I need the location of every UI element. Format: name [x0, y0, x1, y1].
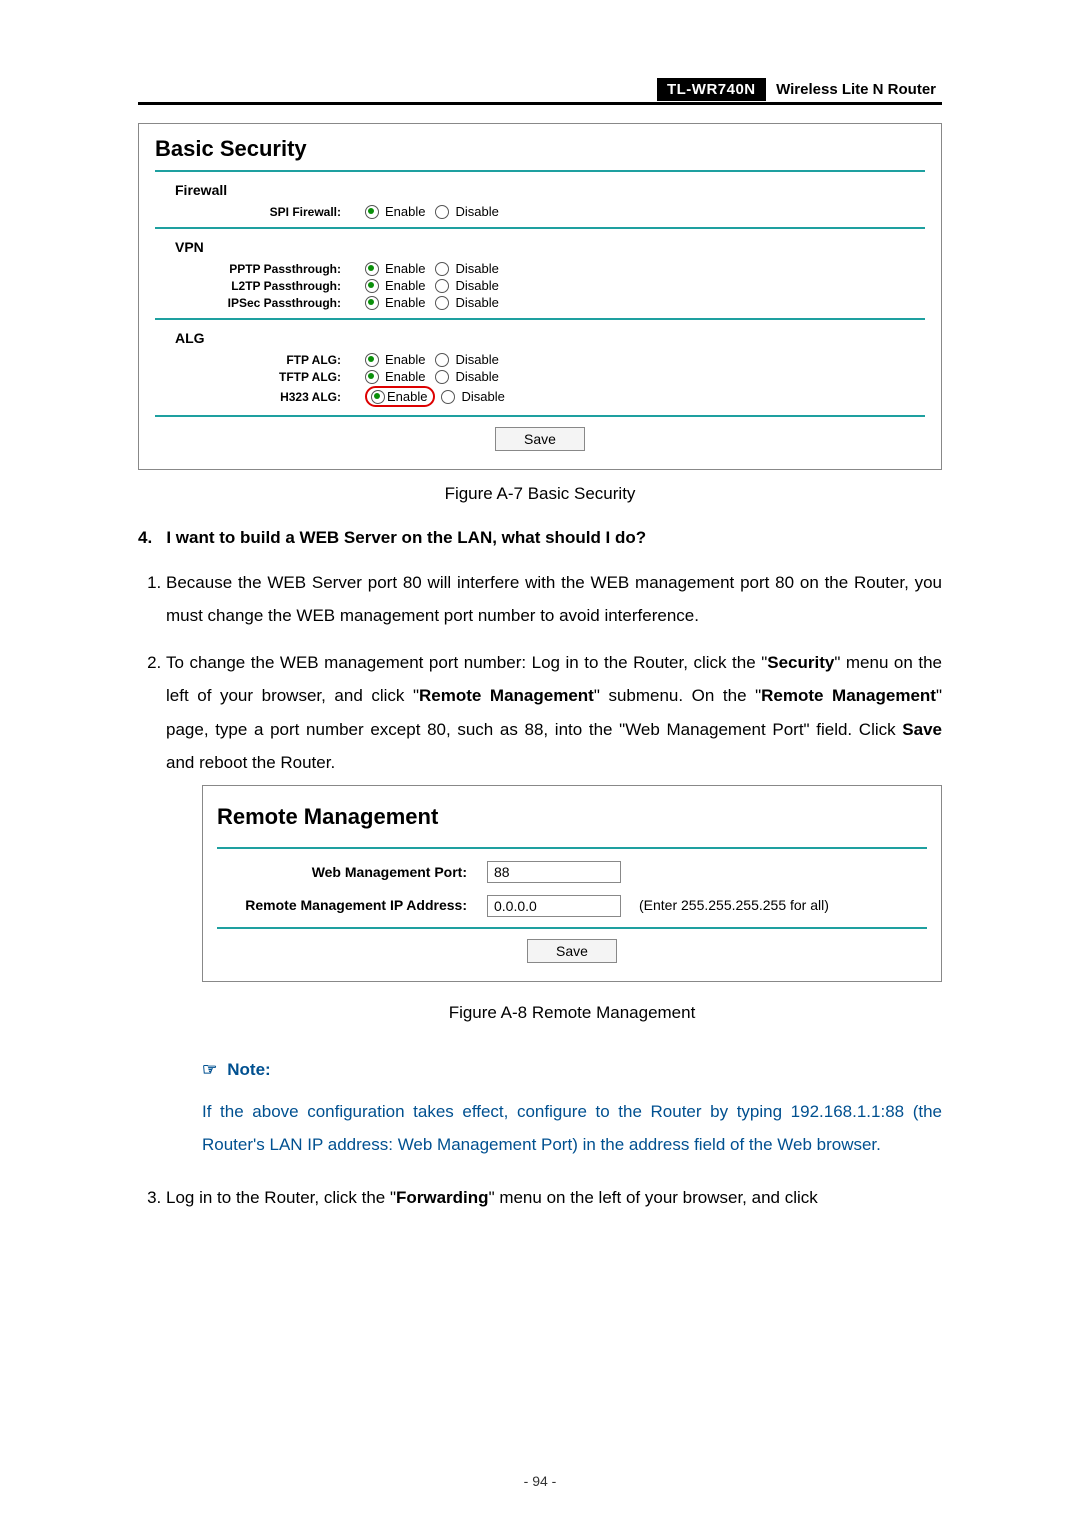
question-4: 4. I want to build a WEB Server on the L… [138, 528, 942, 548]
l2tp-label: L2TP Passthrough: [155, 279, 365, 293]
h323-alg-label: H323 ALG: [155, 390, 365, 404]
vpn-head: VPN [175, 239, 925, 255]
remote-management-panel: Remote Management Web Management Port: R… [202, 785, 942, 982]
spi-radios: Enable Disable [365, 204, 499, 219]
doc-header: TL-WR740N Wireless Lite N Router [657, 78, 942, 101]
l2tp-disable-radio[interactable] [435, 279, 449, 293]
divider [155, 227, 925, 229]
step-2: To change the WEB management port number… [166, 646, 942, 1161]
ftp-alg-label: FTP ALG: [155, 353, 365, 367]
tftp-alg-row: TFTP ALG: Enable Disable [155, 369, 925, 384]
model-badge: TL-WR740N [657, 78, 766, 101]
ipsec-label: IPSec Passthrough: [155, 296, 365, 310]
tftp-disable-radio[interactable] [435, 370, 449, 384]
tftp-alg-label: TFTP ALG: [155, 370, 365, 384]
l2tp-row: L2TP Passthrough: Enable Disable [155, 278, 925, 293]
remote-ip-input[interactable] [487, 895, 621, 917]
ipsec-row: IPSec Passthrough: Enable Disable [155, 295, 925, 310]
web-port-input[interactable] [487, 861, 621, 883]
step-3: Log in to the Router, click the "Forward… [166, 1181, 942, 1214]
firewall-head: Firewall [175, 182, 925, 198]
web-port-label: Web Management Port: [217, 859, 487, 886]
web-port-row: Web Management Port: [217, 859, 927, 886]
basic-security-panel: Basic Security Firewall SPI Firewall: En… [138, 123, 942, 470]
save-button[interactable]: Save [495, 427, 585, 451]
pptp-label: PPTP Passthrough: [155, 262, 365, 276]
l2tp-enable-radio[interactable] [365, 279, 379, 293]
header-rule [138, 102, 942, 105]
pptp-row: PPTP Passthrough: Enable Disable [155, 261, 925, 276]
ftp-alg-row: FTP ALG: Enable Disable [155, 352, 925, 367]
ipsec-enable-radio[interactable] [365, 296, 379, 310]
h323-disable-radio[interactable] [441, 390, 455, 404]
divider [217, 927, 927, 929]
spi-enable-radio[interactable] [365, 205, 379, 219]
divider [155, 415, 925, 417]
save-button[interactable]: Save [527, 939, 617, 963]
spi-disable-radio[interactable] [435, 205, 449, 219]
divider [155, 170, 925, 172]
ftp-disable-radio[interactable] [435, 353, 449, 367]
spi-label: SPI Firewall: [155, 205, 365, 219]
h323-enable-radio[interactable] [371, 390, 385, 404]
spi-firewall-row: SPI Firewall: Enable Disable [155, 204, 925, 219]
note-head: Note: [202, 1053, 942, 1086]
h323-highlight: Enable [365, 386, 435, 407]
panel-title: Basic Security [155, 136, 925, 162]
steps-list: Because the WEB Server port 80 will inte… [166, 566, 942, 1214]
panel2-title: Remote Management [217, 796, 927, 839]
page: TL-WR740N Wireless Lite N Router Basic S… [0, 0, 1080, 1527]
page-number: - 94 - [0, 1473, 1080, 1489]
remote-ip-hint: (Enter 255.255.255.255 for all) [639, 892, 829, 919]
pptp-disable-radio[interactable] [435, 262, 449, 276]
spi-disable-text: Disable [455, 204, 498, 219]
remote-ip-row: Remote Management IP Address: (Enter 255… [217, 892, 927, 919]
step-1: Because the WEB Server port 80 will inte… [166, 566, 942, 632]
ftp-enable-radio[interactable] [365, 353, 379, 367]
ipsec-disable-radio[interactable] [435, 296, 449, 310]
h323-alg-row: H323 ALG: Enable Disable [155, 386, 925, 407]
alg-head: ALG [175, 330, 925, 346]
tftp-enable-radio[interactable] [365, 370, 379, 384]
note-body: If the above configuration takes effect,… [202, 1095, 942, 1161]
figure-a7-caption: Figure A-7 Basic Security [138, 484, 942, 504]
divider [217, 847, 927, 849]
model-desc: Wireless Lite N Router [770, 78, 942, 101]
remote-ip-label: Remote Management IP Address: [217, 892, 487, 919]
divider [155, 318, 925, 320]
spi-enable-text: Enable [385, 204, 425, 219]
figure-a8-caption: Figure A-8 Remote Management [202, 996, 942, 1029]
pptp-enable-radio[interactable] [365, 262, 379, 276]
